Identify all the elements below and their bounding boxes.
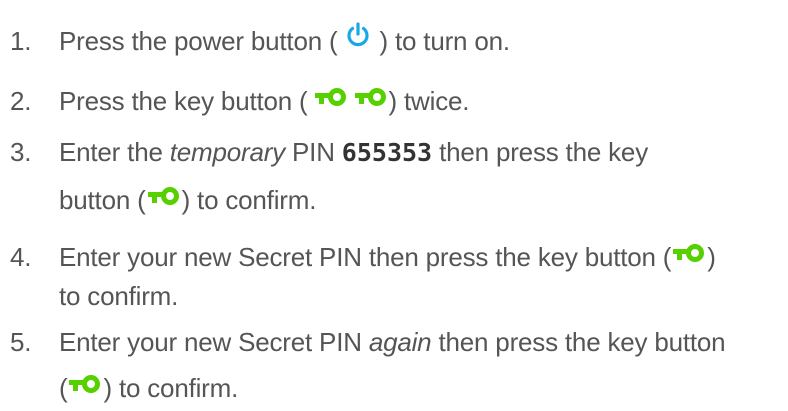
step-text: button ( [59,185,146,215]
emphasis-text: again [368,327,432,357]
instruction-list: 1. Press the power button ( ) to turn on.… [0,0,788,411]
step-text: then press the key [432,137,648,167]
step-text: ) twice. [388,86,470,116]
step-text: then press the key button [431,327,726,357]
step-number: 4. [10,242,32,272]
step-number: 1. [10,26,32,56]
emphasis-text: temporary [169,137,285,167]
step-4-continued: to confirm. [59,279,178,313]
step-2: 2. Press the key button ( ) twice. [10,84,469,120]
step-text: to confirm. [59,281,179,311]
step-text: ) to confirm. [181,185,317,215]
step-text: ) to turn on. [372,26,511,56]
key-icon [354,82,389,116]
step-text: Enter your new Secret PIN then press the… [59,242,672,272]
step-5: 5. Enter your new Secret PIN again then p… [10,325,726,359]
step-text: ) to confirm. [103,373,239,403]
step-number: 2. [10,86,32,116]
key-icon [69,369,103,403]
step-text: Press the power button ( [59,26,345,56]
power-icon [344,21,372,57]
key-icon [673,238,707,272]
step-text: ( [59,373,68,403]
step-text: Enter your new Secret PIN [59,327,369,357]
step-4: 4. Enter your new Secret PIN then press t… [10,240,716,276]
key-icon [147,181,182,215]
step-1: 1. Press the power button ( ) to turn on. [10,21,511,61]
step-number: 3. [10,137,32,167]
step-3-continued: button ( ) to confirm. [59,183,316,219]
temporary-pin: 655353 [341,138,433,167]
step-5-continued: ( ) to confirm. [59,371,238,407]
step-text: PIN [285,137,342,167]
key-icon [314,82,349,116]
step-text: Press the key button ( [59,86,315,116]
step-number: 5. [10,327,32,357]
step-3: 3. Enter the temporary PIN 655353 then pr… [10,135,648,170]
step-text: ) [707,242,716,272]
step-text: Enter the [59,137,170,167]
